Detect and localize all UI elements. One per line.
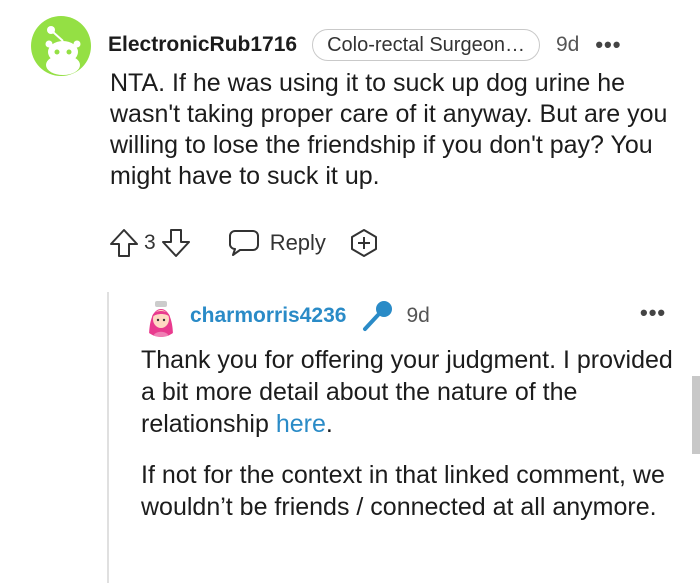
reply-text-after-link: . — [325, 410, 333, 438]
award-button[interactable] — [348, 227, 380, 259]
reply-avatar[interactable] — [141, 297, 181, 337]
thread-line[interactable] — [107, 292, 109, 583]
reply-text-before-link: Thank you for offering your judgment. I … — [141, 346, 673, 438]
arrow-down-icon — [161, 229, 190, 257]
comment-body: NTA. If he was using it to suck up dog u… — [110, 69, 668, 190]
reply-label: Reply — [269, 230, 326, 255]
context-link[interactable]: here — [276, 410, 326, 438]
upvote-button[interactable] — [108, 227, 140, 259]
reply-paragraph-1: Thank you for offering your judgment. I … — [141, 344, 691, 440]
reply-paragraph-2: If not for the context in that linked co… — [141, 461, 665, 521]
award-plus-icon — [350, 229, 377, 257]
comment-actions: 3 Reply — [108, 225, 380, 261]
downvote-button[interactable] — [160, 227, 192, 259]
reply-more-options-button[interactable]: ••• — [640, 300, 666, 326]
user-flair: Colo-rectal Surgeon… — [312, 29, 540, 61]
snoo-avatar-icon — [45, 26, 81, 75]
comment-header: ElectronicRub1716 Colo-rectal Surgeon… 9… — [108, 28, 621, 62]
pink-hair-avatar-icon — [141, 297, 181, 337]
microphone-icon — [360, 299, 394, 333]
reply-button[interactable]: Reply — [228, 228, 326, 258]
reply-age: 9d — [406, 304, 430, 327]
more-options-button[interactable]: ••• — [595, 34, 621, 56]
comment-username[interactable]: ElectronicRub1716 — [108, 33, 297, 57]
reply-header: charmorris4236 9d — [190, 298, 430, 334]
arrow-up-icon — [110, 229, 138, 257]
speech-bubble-icon — [228, 230, 259, 256]
reply-username[interactable]: charmorris4236 — [190, 304, 346, 328]
vote-score: 3 — [144, 231, 156, 254]
comment-avatar[interactable] — [31, 16, 91, 76]
scrollbar[interactable] — [692, 376, 700, 454]
microphone-svg — [363, 301, 393, 331]
comment-age: 9d — [555, 33, 580, 56]
